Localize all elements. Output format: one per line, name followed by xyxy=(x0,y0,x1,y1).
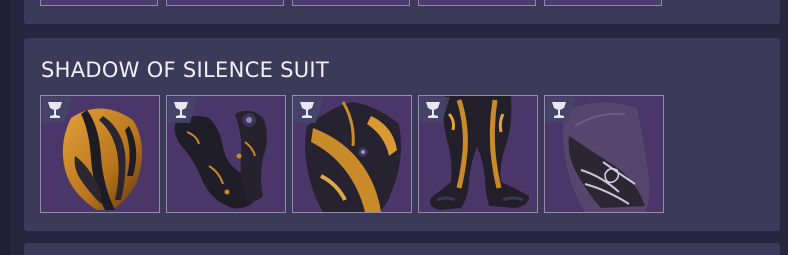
previous-set-tile[interactable] xyxy=(292,0,410,6)
item-tile-class-item[interactable] xyxy=(544,95,664,213)
item-tile-chest[interactable] xyxy=(292,95,412,213)
previous-set-panel xyxy=(24,0,780,24)
set-title: SHADOW OF SILENCE SUIT xyxy=(41,58,330,82)
armor-set-panel: SHADOW OF SILENCE SUIT xyxy=(24,38,780,231)
ornament-icon xyxy=(42,97,72,123)
ornament-icon xyxy=(420,97,450,123)
previous-set-tile[interactable] xyxy=(544,0,662,6)
previous-set-tile[interactable] xyxy=(418,0,536,6)
next-set-panel xyxy=(24,243,780,255)
left-nav-strip xyxy=(0,0,10,255)
previous-set-tile[interactable] xyxy=(166,0,284,6)
previous-set-tile[interactable] xyxy=(40,0,158,6)
ornament-icon xyxy=(294,97,324,123)
item-tile-helmet[interactable] xyxy=(40,95,160,213)
item-tile-legs[interactable] xyxy=(418,95,538,213)
item-tile-gauntlets[interactable] xyxy=(166,95,286,213)
armor-collection-view: SHADOW OF SILENCE SUIT xyxy=(0,0,788,255)
ornament-icon xyxy=(168,97,198,123)
ornament-icon xyxy=(546,97,576,123)
